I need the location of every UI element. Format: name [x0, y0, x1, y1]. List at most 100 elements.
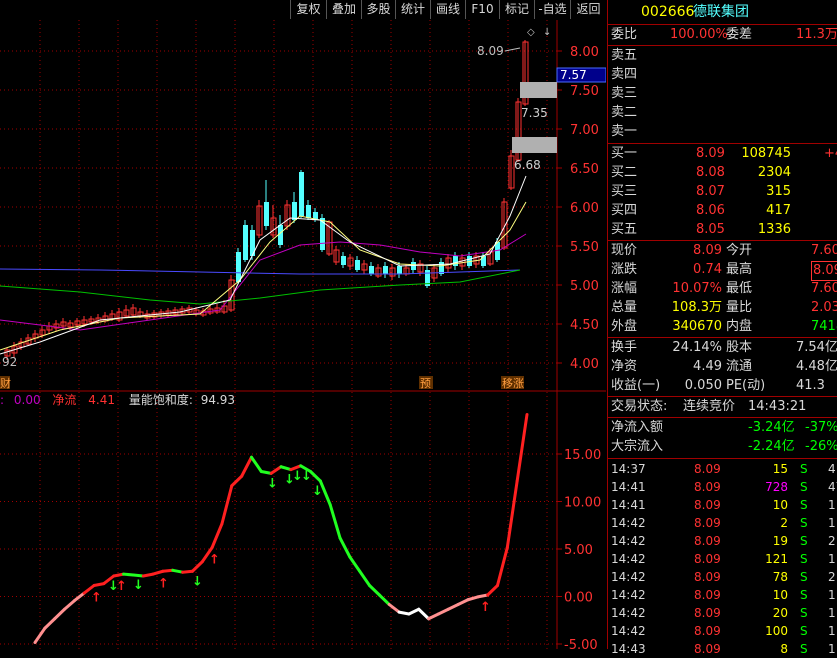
quote-label: 总量 [611, 300, 638, 315]
trade-status-time: 14:43:21 [748, 399, 807, 414]
tick-time: 14:37 [611, 462, 646, 476]
tick-side: S [800, 534, 808, 548]
indicator-segment [515, 413, 529, 483]
indicator-y-ticks: 15.00 10.00 5.00 0.00 -5.00 [557, 448, 601, 653]
fund-flow-label: 大宗流入 [611, 439, 664, 454]
tick-volume: 19 [772, 534, 788, 548]
indicator-segment [486, 584, 499, 597]
quote-value: 8.09 [811, 261, 837, 281]
quote-label: 最低 [726, 281, 753, 296]
tick-time: 14:43 [611, 642, 646, 656]
indicator-segment [407, 607, 421, 616]
buy-level-label: 买四 [611, 203, 638, 218]
price-tick-label: 4.00 [570, 357, 599, 372]
back-button[interactable]: 返回 [570, 0, 606, 19]
buy-level-extra: +4 [824, 146, 837, 161]
highlight-box-1 [520, 82, 557, 98]
fundamental-label: 股本 [726, 340, 753, 355]
candle-body [369, 266, 374, 274]
watchlist-button[interactable]: -自选 [534, 0, 570, 19]
tick-side: S [800, 570, 808, 584]
up-arrow-icon: ↑ [116, 579, 127, 594]
fundamental-label: 净资 [611, 359, 638, 374]
down-arrow-icon: ↓ [301, 469, 312, 484]
tick-count: 2 [828, 534, 836, 548]
tick-time: 14:42 [611, 624, 646, 638]
tick-time: 14:42 [611, 552, 646, 566]
mark-button[interactable]: 标记 [499, 0, 534, 19]
tick-time: 14:42 [611, 534, 646, 548]
weicha-label: 委差 [726, 27, 753, 42]
candle-body [292, 202, 297, 220]
weicha-value: 11.3万 [796, 27, 837, 42]
tick-time: 14:41 [611, 480, 646, 494]
stock-name: 德联集团 [693, 4, 749, 20]
tick-count: 1 [828, 498, 836, 512]
draw-line-button[interactable]: 画线 [430, 0, 465, 19]
price-grid [0, 20, 557, 391]
indicator-segment [72, 591, 86, 603]
fuquan-button[interactable]: 复权 [290, 0, 326, 19]
chart-svg[interactable]: 8.00 7.50 7.00 6.50 6.00 5.50 5.00 4.50 4.00 8.0… [0, 20, 607, 653]
fund-flow-pct: -26% [805, 439, 837, 454]
indicator-segment [495, 546, 509, 587]
tick-side: S [800, 516, 808, 530]
down-arrow-icon: ↓ [312, 484, 323, 499]
candle-body [481, 256, 486, 266]
down-arrow-icon[interactable]: ↓ [543, 27, 551, 38]
quote-value: 340670 [672, 319, 722, 334]
fund-flow-value: -2.24亿 [748, 439, 795, 454]
stats-button[interactable]: 统计 [395, 0, 430, 19]
trade-status-label: 交易状态: [611, 399, 668, 414]
tick-side: S [800, 588, 808, 602]
f10-button[interactable]: F10 [465, 0, 499, 19]
diamond-icon[interactable]: ◇ [527, 27, 535, 38]
chart-area[interactable]: 8.00 7.50 7.00 6.50 6.00 5.50 5.00 4.50 4.00 8.0… [0, 20, 607, 653]
tick-time: 14:41 [611, 498, 646, 512]
toolbar: 复权 叠加 多股 统计 画线 F10 标记 -自选 返回 [0, 0, 606, 20]
indicator-arrows: ↑↓↑ ↓ ↑ ↓↑↓ ↓↓↓↓↑ [91, 469, 491, 615]
indicator-segment [63, 599, 76, 611]
tick-price: 8.09 [694, 462, 721, 476]
price-tick-label: 7.00 [570, 123, 599, 138]
indicator-segment [240, 455, 253, 478]
indicator-segment [427, 612, 440, 621]
mid-price-label-2: 6.68 [514, 158, 541, 172]
quote-label: 现价 [611, 243, 638, 258]
fundamental-label: 换手 [611, 340, 638, 355]
tick-volume: 78 [772, 570, 788, 584]
tick-time: 14:42 [611, 516, 646, 530]
tick-side: S [800, 606, 808, 620]
tick-count: 1 [828, 642, 836, 656]
indicator-segment [466, 595, 480, 602]
fundamental-value: 7.54亿 [796, 340, 837, 355]
left-marker: 财 [0, 376, 11, 390]
buy-level-volume: 315 [766, 184, 791, 199]
overlay-button[interactable]: 叠加 [326, 0, 361, 19]
candle-body [306, 205, 311, 218]
tick-price: 8.09 [694, 606, 721, 620]
tick-side: S [800, 552, 808, 566]
indicator-segment [259, 470, 273, 475]
candle-body [299, 172, 304, 216]
buy-level-price: 8.08 [696, 165, 725, 180]
tick-side: S [800, 642, 808, 656]
buy-level-price: 8.09 [696, 146, 725, 161]
multi-stock-button[interactable]: 多股 [361, 0, 395, 19]
marker-2: 移涨 [502, 377, 524, 390]
up-arrow-icon: ↑ [209, 553, 220, 568]
fundamental-label: 流通 [726, 359, 753, 374]
webi-label: 委比 [611, 27, 638, 42]
price-candles [4, 40, 529, 360]
tick-volume: 20 [772, 606, 788, 620]
buy-level-label: 买三 [611, 184, 638, 199]
divider [608, 417, 837, 418]
tick-volume: 100 [765, 624, 788, 638]
down-arrow-icon: ↓ [133, 578, 144, 593]
tick-volume: 728 [765, 480, 788, 494]
indicator-segment [279, 465, 293, 472]
indicator-grid [0, 392, 557, 649]
quote-value: 7.60 [811, 281, 837, 296]
quote-label: 内盘 [726, 319, 753, 334]
tick-count: 1 [828, 552, 836, 566]
